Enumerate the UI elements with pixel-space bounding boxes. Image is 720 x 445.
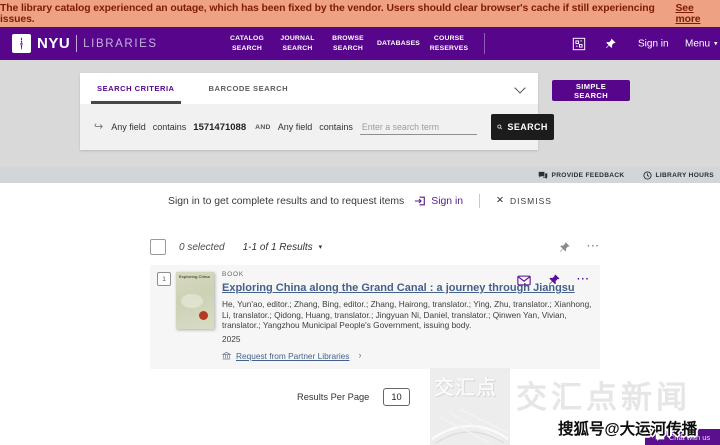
record-more-actions-icon[interactable]: ··· xyxy=(577,275,590,285)
close-icon: ✕ xyxy=(496,196,504,206)
banner-divider xyxy=(479,194,480,208)
provide-feedback-button[interactable]: PROVIDE FEEDBACK xyxy=(538,171,625,180)
nyu-libraries-brand[interactable]: NYU LIBRARIES xyxy=(12,27,158,60)
select-all-checkbox[interactable] xyxy=(150,239,166,255)
chevron-right-icon: › xyxy=(358,351,361,360)
field-selector-2[interactable]: Any field xyxy=(278,122,313,132)
feedback-icon xyxy=(538,171,548,180)
top-navbar: NYU LIBRARIES CATALOG SEARCH JOURNAL SEA… xyxy=(0,27,720,60)
library-building-icon xyxy=(222,351,231,360)
library-hours-button[interactable]: LIBRARY HOURS xyxy=(643,171,715,180)
see-more-link[interactable]: See more xyxy=(675,3,720,25)
per-page-label: Results Per Page xyxy=(297,392,369,402)
simple-search-button[interactable]: SIMPLE SEARCH xyxy=(552,80,630,101)
brand-name: NYU xyxy=(37,35,70,52)
outage-banner: The library catalog experienced an outag… xyxy=(0,0,720,27)
brand-sub: LIBRARIES xyxy=(83,38,157,50)
nav-menu: CATALOG SEARCH JOURNAL SEARCH BROWSE SEA… xyxy=(222,27,474,60)
pin-record-icon[interactable] xyxy=(548,274,560,286)
request-partner-libraries-link[interactable]: Request from Partner Libraries › xyxy=(222,351,594,361)
record-index[interactable]: 1 xyxy=(157,272,171,286)
watermark-logo: 交汇点 xyxy=(430,368,510,445)
chevron-down-icon: ▾ xyxy=(319,243,323,251)
cover-illustration xyxy=(181,294,203,308)
conjunction-selector[interactable]: AND xyxy=(255,124,271,131)
sign-in-icon xyxy=(414,195,426,207)
advanced-search-panel: SEARCH CRITERIA BARCODE SEARCH ↪ Any fie… xyxy=(80,73,538,150)
nav-item-databases[interactable]: DATABASES xyxy=(374,39,424,48)
nav-item-course-reserves[interactable]: COURSE RESERVES xyxy=(424,34,474,52)
per-page-option-10[interactable]: 10 xyxy=(383,388,409,406)
search-term-1[interactable]: 1571471088 xyxy=(193,122,246,133)
signin-message: Sign in to get complete results and to r… xyxy=(168,196,404,207)
watermark-big-text: 交汇点新闻 xyxy=(516,372,691,417)
library-catalog-page: The library catalog experienced an outag… xyxy=(0,0,720,445)
search-criteria-row: ↪ Any field contains 1571471088 AND Any … xyxy=(80,104,538,150)
pin-results-icon[interactable] xyxy=(559,242,570,253)
record-year: 2025 xyxy=(222,334,594,344)
clock-icon xyxy=(643,171,652,180)
search-term-input[interactable] xyxy=(360,120,477,135)
tab-barcode-search[interactable]: BARCODE SEARCH xyxy=(205,73,293,104)
tab-search-criteria[interactable]: SEARCH CRITERIA xyxy=(93,73,179,104)
dismiss-button[interactable]: ✕ DISMISS xyxy=(496,196,552,206)
nav-divider xyxy=(484,33,485,54)
nav-sign-in-link[interactable]: Sign in xyxy=(638,38,669,49)
book-cover-thumbnail[interactable]: Exploring China xyxy=(176,272,214,329)
bridge-sketch xyxy=(430,395,510,445)
search-hero: SEARCH CRITERIA BARCODE SEARCH ↪ Any fie… xyxy=(0,60,720,167)
pin-icon[interactable] xyxy=(605,38,616,49)
signin-link[interactable]: Sign in xyxy=(414,195,463,207)
nav-item-browse-search[interactable]: BROWSE SEARCH xyxy=(323,34,373,52)
search-tabs: SEARCH CRITERIA BARCODE SEARCH xyxy=(80,73,538,104)
chevron-down-icon: ▾ xyxy=(714,40,718,47)
search-button[interactable]: SEARCH xyxy=(491,114,554,140)
cover-seal xyxy=(199,311,208,320)
email-record-icon[interactable] xyxy=(517,275,531,286)
collapse-panel-icon[interactable] xyxy=(514,82,525,93)
cover-title-text: Exploring China xyxy=(176,272,214,280)
nav-item-catalog-search[interactable]: CATALOG SEARCH xyxy=(222,34,272,52)
nyu-torch-icon xyxy=(12,34,31,53)
selected-count: 0 selected xyxy=(179,242,225,253)
result-record-card: 1 Exploring China BOOK Exploring China a… xyxy=(150,265,600,369)
nav-menu-button[interactable]: Menu ▾ xyxy=(685,38,718,49)
results-count-dropdown[interactable]: 1-1 of 1 Results ▾ xyxy=(243,242,323,253)
watermark-sohu: 搜狐号@大运河传播 xyxy=(558,417,697,439)
magnifier-icon xyxy=(497,122,503,132)
field-selector-1[interactable]: Any field xyxy=(111,122,146,132)
brand-divider xyxy=(76,35,77,52)
signin-banner: Sign in to get complete results and to r… xyxy=(0,190,720,212)
record-authors: He, Yun'ao, editor.; Zhang, Bing, editor… xyxy=(222,299,594,331)
outage-message: The library catalog experienced an outag… xyxy=(0,3,670,25)
nav-item-journal-search[interactable]: JOURNAL SEARCH xyxy=(273,34,323,52)
indent-arrow-icon: ↪ xyxy=(94,122,103,133)
operator-selector-1[interactable]: contains xyxy=(153,122,187,132)
results-header: 0 selected 1-1 of 1 Results ▾ ··· xyxy=(150,238,600,256)
record-actions: ··· xyxy=(517,274,590,286)
more-actions-icon[interactable]: ··· xyxy=(587,242,600,252)
citation-icon[interactable] xyxy=(572,37,586,51)
utility-strip: PROVIDE FEEDBACK LIBRARY HOURS xyxy=(0,167,720,183)
operator-selector-2[interactable]: contains xyxy=(319,122,353,132)
